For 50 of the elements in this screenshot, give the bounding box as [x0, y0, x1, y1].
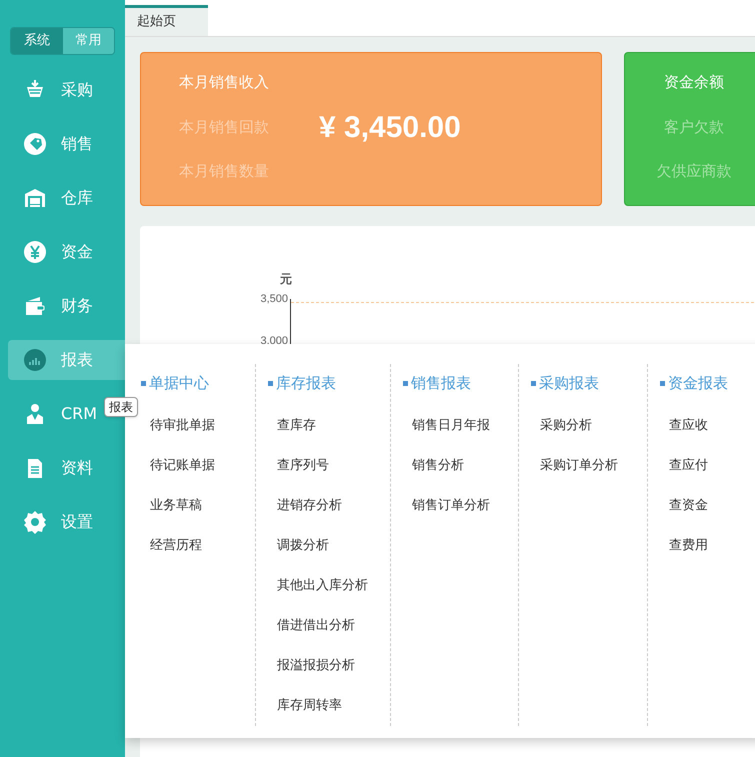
menu-link[interactable]: 查资金 [669, 486, 708, 526]
menu-heading: 单据中心 [149, 372, 209, 394]
card-label: 本月销售数量 [179, 161, 270, 182]
axis-tick: 3,000 [259, 334, 288, 349]
menu-link[interactable]: 查序列号 [277, 446, 329, 486]
menu-link[interactable]: 借进借出分析 [277, 606, 355, 646]
mode-tab[interactable]: 系统 [11, 28, 62, 54]
settings-icon [23, 510, 47, 534]
menu-link[interactable]: 采购订单分析 [540, 446, 618, 486]
bullet-icon [660, 380, 665, 386]
axis-unit: 元 [280, 271, 292, 288]
sales-amount: ¥ 3,450.00 [319, 110, 461, 146]
menu-heading: 资金报表 [668, 372, 728, 394]
axis-tick: 3,500 [259, 292, 288, 307]
menu-link[interactable]: 销售分析 [412, 446, 464, 486]
menu-link[interactable]: 经营历程 [150, 526, 202, 566]
page-tab[interactable]: 起始页 [125, 5, 208, 36]
warehouse-icon [23, 186, 47, 210]
menu-heading: 采购报表 [539, 372, 599, 394]
bullet-icon [141, 380, 146, 386]
bullet-icon [531, 380, 536, 386]
menu-link[interactable]: 采购分析 [540, 406, 592, 446]
menu-link[interactable]: 库存周转率 [277, 686, 342, 726]
menu-heading: 库存报表 [276, 372, 336, 394]
tooltip: 报表 [104, 397, 138, 417]
wallet-icon [23, 294, 47, 318]
bullet-icon [268, 380, 273, 386]
menu-link[interactable]: 查库存 [277, 406, 316, 446]
card-title: 资金余额 [664, 72, 724, 93]
chart-icon [23, 348, 47, 372]
card-label: 客户欠款 [664, 116, 724, 138]
yen-icon [23, 240, 47, 264]
card-label: 本月销售回款 [179, 116, 270, 138]
menu-link[interactable]: 查应付 [669, 446, 708, 486]
menu-link[interactable]: 其他出入库分析 [277, 566, 368, 606]
menu-link[interactable]: 查应收 [669, 406, 708, 446]
menu-link[interactable]: 销售日月年报 [412, 406, 490, 446]
menu-heading: 销售报表 [411, 372, 471, 394]
card-label: 欠供应商款 [656, 161, 732, 182]
menu-link[interactable]: 进销存分析 [277, 486, 342, 526]
menu-link[interactable]: 待记账单据 [150, 446, 215, 486]
menu-link[interactable]: 销售订单分析 [412, 486, 490, 526]
menu-link[interactable]: 报溢报损分析 [277, 646, 355, 686]
bullet-icon [403, 380, 408, 386]
tag-icon [23, 132, 47, 156]
menu-link[interactable]: 查费用 [669, 526, 708, 566]
menu-link[interactable]: 待审批单据 [150, 406, 215, 446]
menu-link[interactable]: 调拨分析 [277, 526, 329, 566]
menu-link[interactable]: 业务草稿 [150, 486, 202, 526]
card-title: 本月销售收入 [179, 72, 270, 93]
